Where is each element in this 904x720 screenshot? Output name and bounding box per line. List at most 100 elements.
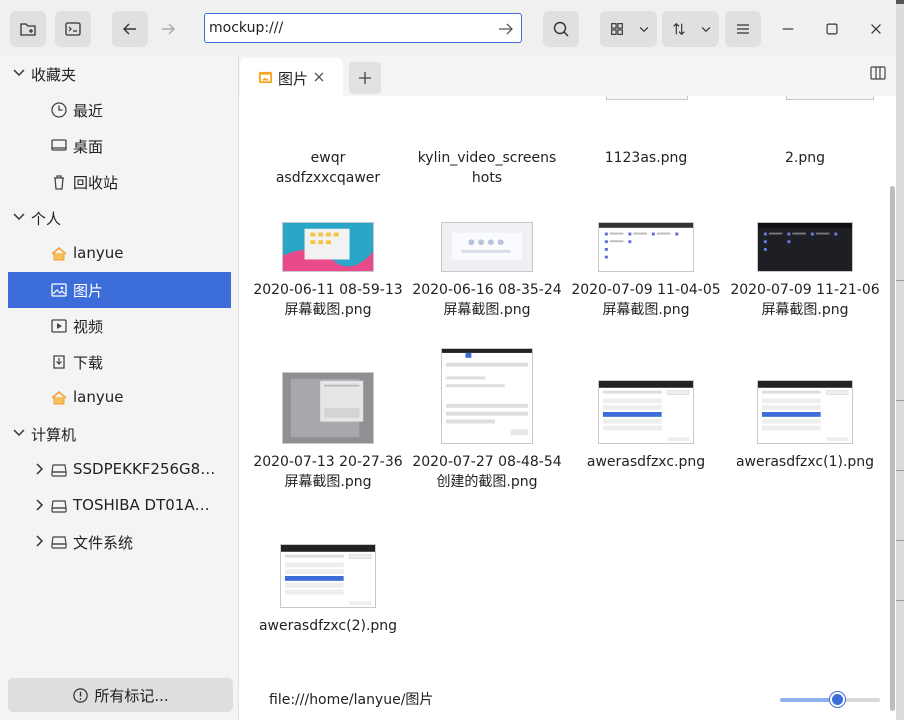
- chevron-down-icon: [634, 11, 654, 47]
- home-icon: [51, 390, 67, 405]
- file-thumbnail: [757, 380, 853, 444]
- sidebar-item-label: TOSHIBA DT01A…: [73, 496, 210, 514]
- sidebar-item-label: 最近: [73, 102, 104, 120]
- file-name: kylin_video_screens hots: [417, 150, 557, 186]
- file-name: awerasdfzxc(2).png: [258, 618, 398, 634]
- sidebar-item-label: 桌面: [73, 138, 104, 156]
- drive-icon: [51, 536, 67, 549]
- search-icon: [553, 21, 569, 37]
- drive-icon: [51, 500, 67, 513]
- file-name: awerasdfzxc.png: [586, 454, 706, 470]
- sidebar-item-label: 视频: [73, 318, 104, 336]
- video-icon: [51, 319, 67, 333]
- sidebar-item-videos[interactable]: 视频: [8, 308, 231, 344]
- chevron-down-icon: [13, 69, 25, 77]
- file-thumbnail: [606, 96, 688, 100]
- file-name: 2.png: [784, 150, 825, 166]
- chevron-right-icon[interactable]: [32, 498, 46, 512]
- download-icon: [53, 355, 65, 369]
- file-grid: ewqr asdfzxxcqawer kylin_video_screens hots…: [239, 96, 889, 676]
- sidebar-item-home[interactable]: lanyue: [8, 236, 231, 272]
- info-icon: [73, 687, 89, 703]
- file-thumbnail: [757, 222, 853, 272]
- sidebar-item-downloads[interactable]: 下载: [8, 344, 231, 380]
- file-thumbnail: [786, 96, 874, 100]
- view-mode-selector[interactable]: [600, 11, 657, 47]
- file-name: 2020-07-09 11-04-05 屏幕截图.png: [571, 282, 721, 318]
- all-tags-label: 所有标记...: [94, 686, 169, 705]
- all-tags-button[interactable]: 所有标记...: [8, 678, 233, 712]
- file-name: 2020-07-09 11-21-06 屏幕截图.png: [730, 282, 880, 318]
- terminal-icon: [65, 22, 81, 36]
- menu-button[interactable]: [725, 11, 761, 47]
- forward-button[interactable]: [150, 11, 186, 47]
- sidebar-item-recent[interactable]: 最近: [8, 92, 231, 128]
- menu-icon: [737, 24, 749, 34]
- sidebar-item-toshiba[interactable]: TOSHIBA DT01A…: [8, 488, 231, 524]
- maximize-icon: [826, 23, 838, 35]
- go-icon[interactable]: [497, 20, 515, 38]
- back-button[interactable]: [112, 11, 148, 47]
- new-tab-button[interactable]: [349, 62, 381, 94]
- sidebar-item-filesystem[interactable]: 文件系统: [8, 524, 231, 560]
- drive-icon: [51, 464, 67, 477]
- sidebar-item-ssd[interactable]: SSDPEKKF256G8…: [8, 452, 231, 488]
- sidebar-item-home-2[interactable]: lanyue: [8, 380, 231, 416]
- minimize-button[interactable]: [770, 11, 806, 47]
- file-manager-window: 收藏夹 最近 桌面 回收站 个人 lanyue 图片 视频: [0, 0, 896, 720]
- sidebar-item-pictures[interactable]: 图片: [8, 272, 231, 308]
- file-name: 2020-07-27 08-48-54 创建的截图.png: [412, 454, 562, 490]
- close-icon: [871, 24, 881, 34]
- background-window-edge: [896, 0, 904, 720]
- zoom-slider[interactable]: [780, 692, 880, 707]
- close-tab-icon[interactable]: [313, 71, 325, 83]
- back-icon: [123, 23, 136, 35]
- sidebar-group-computer[interactable]: 计算机: [8, 416, 231, 452]
- terminal-button[interactable]: [55, 11, 91, 47]
- chevron-down-icon: [13, 213, 25, 221]
- search-button[interactable]: [543, 11, 579, 47]
- grid-view-icon: [604, 11, 630, 47]
- tab-label: 图片: [278, 70, 309, 88]
- chevron-right-icon[interactable]: [32, 534, 46, 548]
- new-folder-button[interactable]: [10, 11, 46, 47]
- file-thumbnail: [280, 544, 376, 608]
- file-thumbnail: [441, 348, 533, 444]
- home-icon: [51, 246, 67, 261]
- vertical-scrollbar[interactable]: [890, 186, 895, 711]
- file-name: 2020-07-13 20-27-36 屏幕截图.png: [253, 454, 403, 490]
- chevron-right-icon[interactable]: [32, 462, 46, 476]
- picture-icon: [51, 283, 67, 297]
- file-thumbnail: [282, 222, 374, 272]
- status-bar: file:///home/lanyue/图片: [239, 676, 889, 720]
- clock-icon: [51, 102, 67, 118]
- sidebar-item-label: 回收站: [73, 174, 119, 192]
- details-panel-icon[interactable]: [870, 65, 886, 81]
- sidebar-item-desktop[interactable]: 桌面: [8, 128, 231, 164]
- sidebar: 收藏夹 最近 桌面 回收站 个人 lanyue 图片 视频 下载 lanyue …: [0, 56, 238, 720]
- plus-icon: [359, 72, 371, 84]
- file-name: 1123as.png: [604, 150, 688, 166]
- sidebar-item-trash[interactable]: 回收站: [8, 164, 231, 200]
- zoom-slider-handle[interactable]: [830, 692, 845, 707]
- folder-picture-icon: [258, 71, 273, 84]
- maximize-button[interactable]: [814, 11, 850, 47]
- sidebar-group-favorites[interactable]: 收藏夹: [8, 56, 231, 92]
- file-thumbnail: [441, 222, 533, 272]
- tab-pictures[interactable]: 图片: [240, 58, 343, 96]
- minimize-icon: [782, 28, 794, 30]
- sort-selector[interactable]: [662, 11, 719, 47]
- file-thumbnail: [282, 372, 374, 444]
- file-thumbnail: [598, 380, 694, 444]
- address-bar[interactable]: [204, 13, 522, 43]
- sidebar-group-personal[interactable]: 个人: [8, 200, 231, 236]
- desktop-icon: [51, 139, 67, 151]
- sidebar-item-label: lanyue: [73, 388, 124, 406]
- sidebar-item-label: lanyue: [73, 244, 124, 262]
- sidebar-item-label: SSDPEKKF256G8…: [73, 460, 216, 478]
- address-input[interactable]: [209, 17, 489, 39]
- file-name: awerasdfzxc(1).png: [735, 454, 875, 470]
- forward-icon: [162, 23, 175, 35]
- sidebar-group-label: 计算机: [31, 426, 77, 444]
- close-window-button[interactable]: [858, 11, 894, 47]
